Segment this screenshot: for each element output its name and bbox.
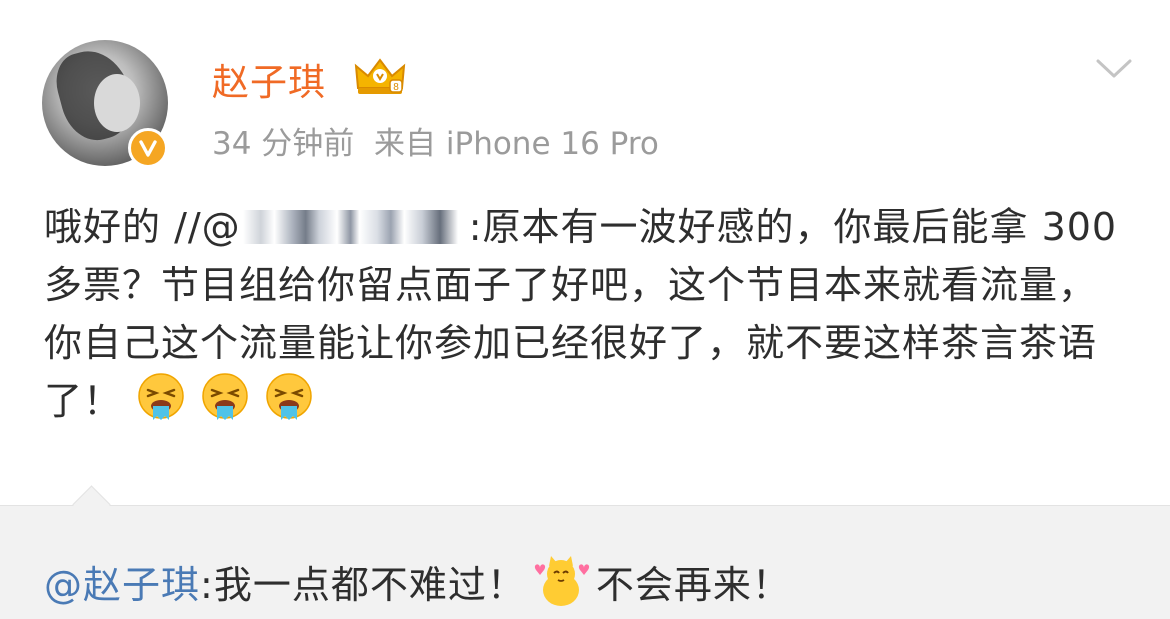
- post-time: 34 分钟前: [212, 126, 355, 162]
- vomit-emoji-icon: [266, 373, 312, 420]
- avatar-face: [94, 74, 140, 132]
- repost-text: @赵子琪:我一点都不难过！ 不会再来！: [44, 554, 791, 610]
- vip-crown-icon[interactable]: 8: [352, 54, 408, 98]
- svg-text:8: 8: [393, 82, 399, 93]
- post-content: 哦好的 //@:原本有一波好感的，你最后能拿 300 多票？节目组给你留点面子了…: [44, 198, 1129, 430]
- post-source[interactable]: 来自 iPhone 16 Pro: [374, 126, 659, 162]
- chevron-down-icon[interactable]: [1094, 56, 1134, 82]
- vomit-emoji-icon: [202, 373, 248, 420]
- verified-badge-icon: [128, 128, 168, 168]
- cat-sticker-icon: [534, 556, 589, 606]
- post-meta: 34 分钟前 来自 iPhone 16 Pro: [212, 118, 659, 163]
- verified-v-icon: [139, 140, 157, 157]
- repost-mention[interactable]: @赵子琪: [44, 563, 200, 607]
- vomit-emoji-icon: [138, 373, 184, 420]
- weibo-post: 赵子琪 8 34 分钟前 来自 iPhone 16 Pro 哦好的 //@:原本…: [0, 0, 1170, 505]
- content-prefix: 哦好的 //@: [44, 205, 241, 249]
- author-name[interactable]: 赵子琪: [212, 52, 326, 106]
- blurred-username: [242, 210, 467, 244]
- repost-text-after: 不会再来！: [595, 563, 791, 607]
- repost-text-before: :我一点都不难过！: [200, 563, 526, 607]
